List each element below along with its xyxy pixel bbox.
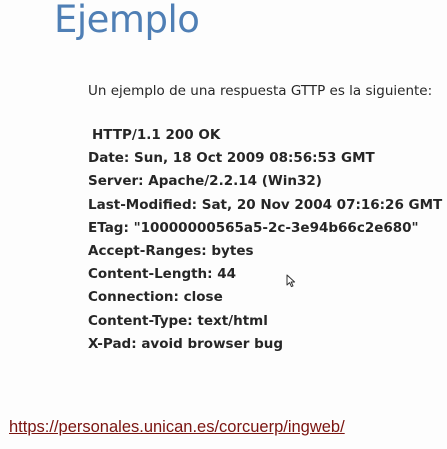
- slide-title: Ejemplo: [54, 0, 200, 41]
- mouse-pointer-icon: [286, 274, 296, 288]
- http-header-server: Server: Apache/2.2.14 (Win32): [88, 173, 322, 190]
- http-header-etag: ETag: "10000000565a5-2c-3e94b66c2e680": [88, 219, 419, 236]
- http-header-content-length: Content-Length: 44: [88, 266, 237, 283]
- slide: Ejemplo Un ejemplo de una respuesta GTTP…: [0, 0, 447, 449]
- http-status-line: HTTP/1.1 200 OK: [92, 127, 221, 143]
- http-header-date: Date: Sun, 18 Oct 2009 08:56:53 GMT: [88, 150, 375, 167]
- http-header-last-modified: Last-Modified: Sat, 20 Nov 2004 07:16:26…: [88, 196, 443, 213]
- intro-text: Un ejemplo de una respuesta GTTP es la s…: [88, 83, 433, 99]
- http-header-accept-ranges: Accept-Ranges: bytes: [88, 243, 254, 260]
- course-url-link[interactable]: https://personales.unican.es/corcuerp/in…: [9, 418, 345, 437]
- http-response-block: HTTP/1.1 200 OK Date: Sun, 18 Oct 2009 0…: [88, 124, 442, 356]
- http-header-content-type: Content-Type: text/html: [88, 312, 268, 329]
- http-header-x-pad: X-Pad: avoid browser bug: [88, 335, 284, 352]
- http-header-connection: Connection: close: [88, 289, 223, 306]
